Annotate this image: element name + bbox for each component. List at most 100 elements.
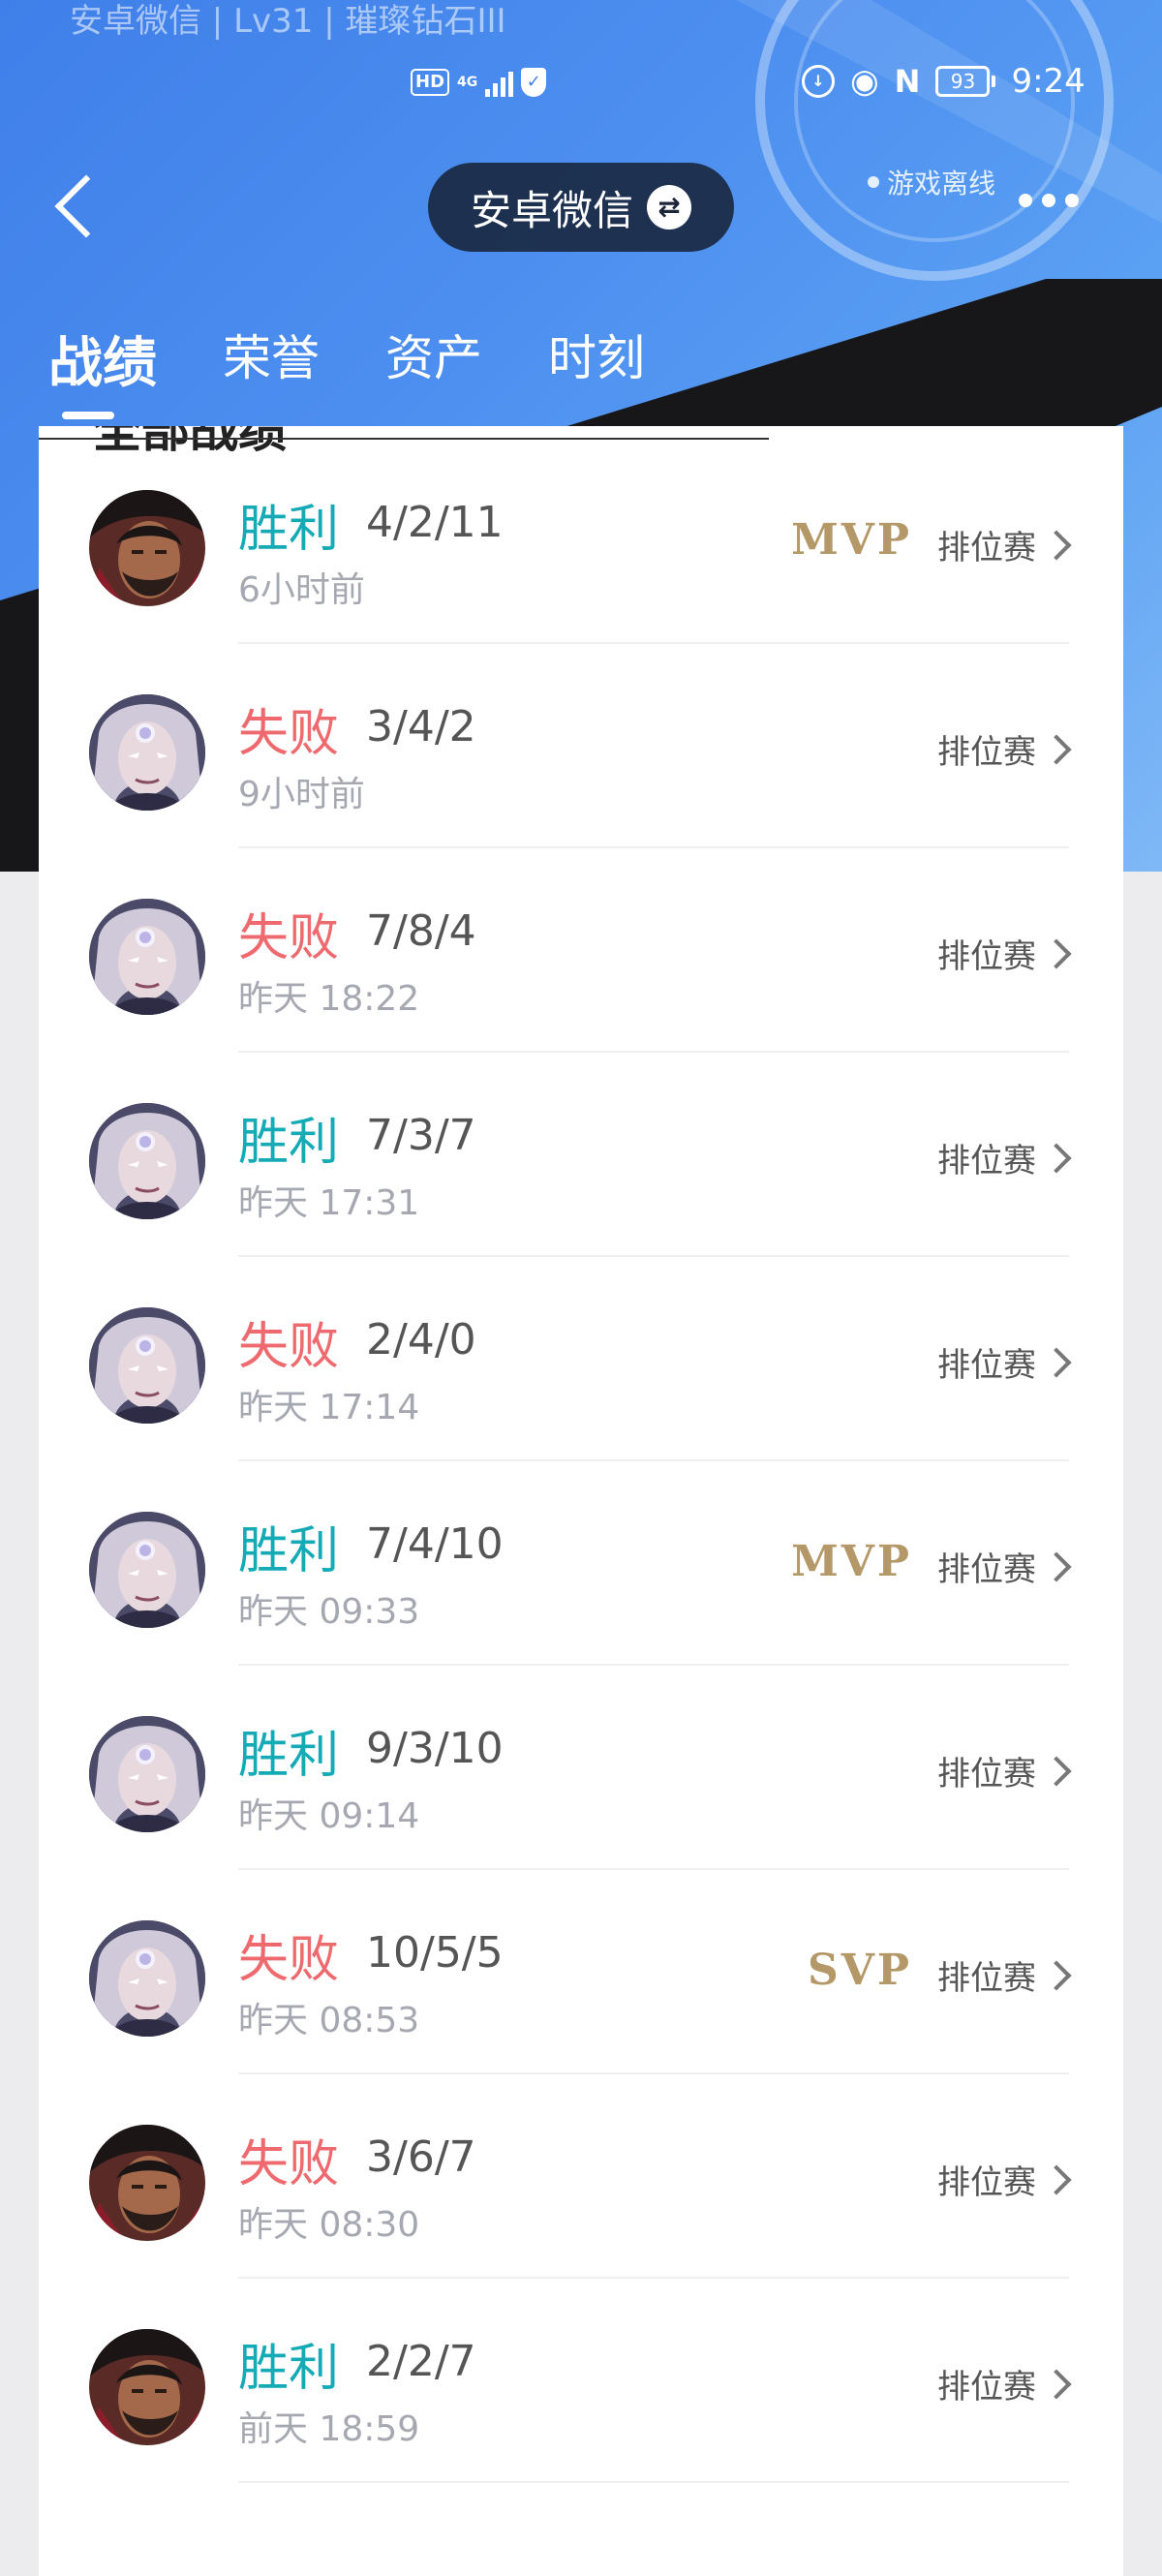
hero-avatar [89, 694, 205, 811]
match-time: 昨天 17:14 [238, 1388, 420, 1427]
chevron-right-icon [1041, 1756, 1072, 1787]
network-type: 4G [457, 75, 478, 90]
hero-avatar [89, 1512, 205, 1628]
match-result: 失败 [238, 705, 340, 763]
signal-icon [485, 68, 514, 97]
match-time: 昨天 17:31 [238, 1183, 420, 1223]
status-bar-network: HD 4G ✓ [411, 68, 547, 97]
match-result: 胜利 [238, 501, 340, 559]
match-result: 失败 [238, 909, 340, 967]
chevron-right-icon [1041, 938, 1072, 969]
tab-record[interactable]: 战绩 [48, 320, 157, 419]
match-time: 前天 18:59 [238, 2409, 420, 2449]
match-kda: 7/3/7 [366, 1111, 476, 1160]
match-time: 昨天 08:30 [238, 2205, 420, 2245]
chevron-right-icon [1041, 1347, 1072, 1378]
match-result: 失败 [238, 2135, 340, 2193]
match-mode: 排位赛 [937, 937, 1036, 976]
match-result: 胜利 [238, 1727, 340, 1785]
account-title: 安卓微信 [470, 186, 633, 234]
hero-avatar [89, 1103, 205, 1219]
nfc-icon: N [894, 63, 921, 100]
match-kda: 2/4/0 [366, 1315, 476, 1365]
chevron-right-icon [1041, 1551, 1072, 1582]
match-time: 昨天 09:33 [238, 1592, 420, 1632]
hero-avatar [89, 2125, 205, 2241]
match-time: 9小时前 [238, 775, 365, 814]
clock: 9:24 [1011, 62, 1086, 101]
svp-badge: SVP [808, 1946, 912, 1995]
eye-icon: ◉ [850, 62, 879, 101]
match-kda: 9/3/10 [366, 1724, 504, 1773]
match-row[interactable]: 胜利 2/2/7 前天 18:59 排位赛 [39, 2279, 1123, 2483]
match-mode: 排位赛 [937, 529, 1036, 567]
match-kda: 7/8/4 [366, 906, 476, 956]
match-mode: 排位赛 [937, 1755, 1036, 1794]
account-switch-button[interactable]: 安卓微信 ⇄ [428, 163, 734, 252]
chevron-right-icon [1041, 530, 1072, 561]
row-divider [238, 2481, 1069, 2483]
tab-bar: 战绩 荣誉 资产 时刻 [48, 320, 711, 419]
mvp-badge: MVP [791, 1537, 912, 1586]
mvp-badge: MVP [791, 515, 912, 565]
match-row[interactable]: 失败 7/8/4 昨天 18:22 排位赛 [39, 848, 1123, 1053]
battery-icon: 93 [935, 66, 996, 97]
match-kda: 3/6/7 [366, 2132, 476, 2182]
match-row[interactable]: 失败 3/4/2 9小时前 排位赛 [39, 644, 1123, 848]
match-row[interactable]: 胜利 4/2/11 6小时前 MVP 排位赛 [39, 440, 1123, 644]
match-result: 失败 [238, 1931, 340, 1989]
hero-avatar [89, 2329, 205, 2445]
shield-icon: ✓ [521, 68, 547, 97]
tab-honor[interactable]: 荣誉 [223, 320, 320, 398]
match-mode: 排位赛 [937, 733, 1036, 772]
match-mode: 排位赛 [937, 1959, 1036, 1998]
chevron-right-icon [1041, 734, 1072, 765]
back-icon[interactable] [48, 172, 110, 244]
hd-icon: HD [411, 69, 450, 96]
match-kda: 7/4/10 [366, 1519, 504, 1569]
hero-avatar [89, 1716, 205, 1832]
match-mode: 排位赛 [937, 1142, 1036, 1181]
match-time: 6小时前 [238, 570, 365, 610]
data-saver-icon: ↓ [802, 65, 835, 98]
match-row[interactable]: 失败 3/6/7 昨天 08:30 排位赛 [39, 2074, 1123, 2279]
match-time: 昨天 09:14 [238, 1796, 420, 1836]
match-row[interactable]: 胜利 7/4/10 昨天 09:33 MVP 排位赛 [39, 1461, 1123, 1666]
tab-assets[interactable]: 资产 [385, 320, 482, 398]
match-row[interactable]: 胜利 9/3/10 昨天 09:14 排位赛 [39, 1666, 1123, 1870]
status-dot-icon [868, 176, 879, 188]
player-subtitle: 安卓微信 | Lv31 | 璀璨钻石III [70, 2, 506, 41]
match-mode: 排位赛 [937, 1550, 1036, 1589]
match-result: 胜利 [238, 1114, 340, 1172]
chevron-right-icon [1041, 1960, 1072, 1991]
match-row[interactable]: 失败 10/5/5 昨天 08:53 SVP 排位赛 [39, 1870, 1123, 2074]
match-kda: 10/5/5 [366, 1928, 504, 1978]
chevron-right-icon [1041, 2369, 1072, 2400]
status-bar-right: ↓ ◉ N 93 9:24 [802, 62, 1086, 101]
hero-avatar [89, 1307, 205, 1424]
match-kda: 3/4/2 [366, 702, 476, 751]
match-history-card: 全部战绩 胜利 4/2/11 6小时前 MVP 排位赛 失败 3/4/2 9小时前 排位赛 失败 7… [39, 426, 1123, 2576]
switch-icon: ⇄ [647, 185, 691, 230]
hero-avatar [89, 490, 205, 606]
hero-avatar [89, 899, 205, 1015]
game-status-label: 游戏离线 [887, 168, 996, 199]
match-result: 胜利 [238, 2340, 340, 2398]
match-time: 昨天 08:53 [238, 2001, 420, 2040]
battery-level: 93 [935, 66, 991, 97]
match-mode: 排位赛 [937, 2368, 1036, 2407]
chevron-right-icon [1041, 2164, 1072, 2195]
match-mode: 排位赛 [937, 2163, 1036, 2202]
match-result: 胜利 [238, 1522, 340, 1580]
match-kda: 2/2/7 [366, 2337, 476, 2386]
match-mode: 排位赛 [937, 1346, 1036, 1385]
game-status: 游戏离线 [868, 163, 995, 201]
match-kda: 4/2/11 [366, 498, 504, 547]
match-result: 失败 [238, 1318, 340, 1376]
match-row[interactable]: 失败 2/4/0 昨天 17:14 排位赛 [39, 1257, 1123, 1461]
match-time: 昨天 18:22 [238, 979, 420, 1019]
more-options-icon[interactable] [1019, 194, 1079, 207]
chevron-right-icon [1041, 1143, 1072, 1174]
tab-moments[interactable]: 时刻 [548, 320, 645, 398]
match-row[interactable]: 胜利 7/3/7 昨天 17:31 排位赛 [39, 1053, 1123, 1257]
